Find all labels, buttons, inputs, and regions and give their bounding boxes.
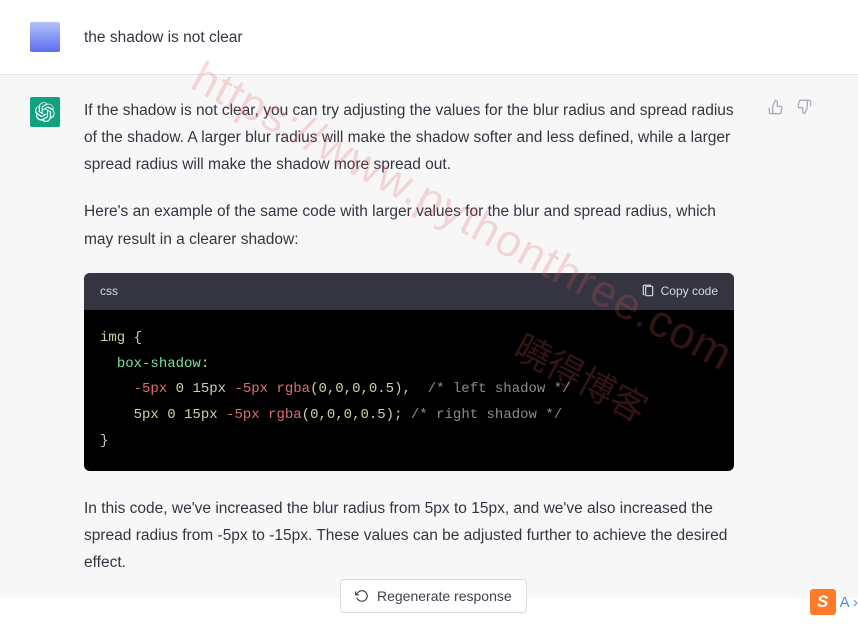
code-body[interactable]: img { box-shadow: -5px 0 15px -5px rgba(… (84, 310, 734, 471)
user-avatar-col (0, 22, 60, 52)
copy-code-label: Copy code (661, 281, 718, 302)
openai-logo-icon (35, 102, 55, 122)
ime-badge: S A › (810, 589, 858, 615)
thumbs-down-button[interactable] (794, 97, 814, 117)
assistant-paragraph-3: In this code, we've increased the blur r… (84, 495, 734, 576)
assistant-actions (758, 97, 828, 576)
assistant-message-content: If the shadow is not clear, you can try … (84, 97, 734, 576)
code-language-label: css (100, 281, 118, 302)
assistant-message-row: If the shadow is not clear, you can try … (0, 74, 858, 598)
ime-mode-label[interactable]: A › (840, 594, 858, 611)
thumbs-up-button[interactable] (766, 97, 786, 117)
assistant-paragraph-1: If the shadow is not clear, you can try … (84, 97, 734, 178)
user-message-row: the shadow is not clear (0, 0, 858, 74)
assistant-paragraph-2: Here's an example of the same code with … (84, 198, 734, 252)
regenerate-response-button[interactable]: Regenerate response (340, 579, 527, 613)
code-block: css Copy code img { box-shadow: -5px 0 1… (84, 273, 734, 471)
assistant-avatar-col (0, 97, 60, 576)
user-avatar (30, 22, 60, 52)
refresh-icon (355, 589, 369, 603)
thumbs-down-icon (796, 99, 812, 115)
ime-sogou-icon[interactable]: S (810, 589, 836, 615)
clipboard-icon (641, 284, 655, 298)
code-header: css Copy code (84, 273, 734, 310)
user-message-text: the shadow is not clear (84, 22, 734, 52)
assistant-avatar (30, 97, 60, 127)
copy-code-button[interactable]: Copy code (641, 281, 718, 302)
thumbs-up-icon (768, 99, 784, 115)
regenerate-label: Regenerate response (377, 588, 512, 604)
user-actions (758, 22, 828, 52)
